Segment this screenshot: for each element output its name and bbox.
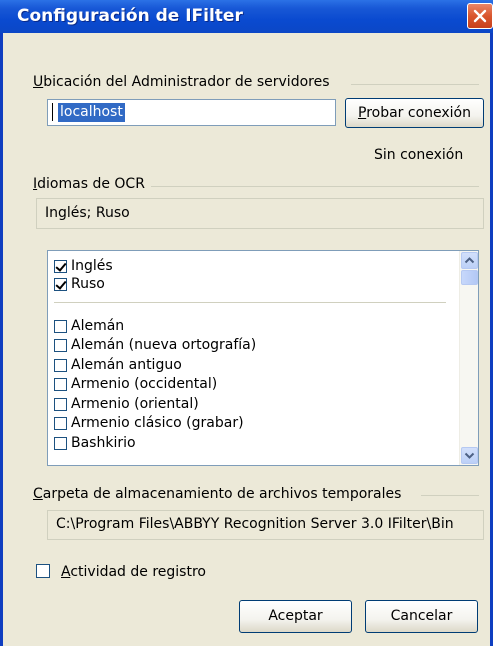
dialog-window: Configuración de IFilter Ubicación del A… <box>0 0 493 646</box>
ocr-language-list[interactable]: Inglés Ruso Alemán Alemán (nueva ortogra… <box>47 250 479 466</box>
temp-section-divider <box>421 495 479 496</box>
log-activity-label[interactable]: Actividad de registro <box>61 564 206 580</box>
server-address-value: localhost <box>58 103 125 122</box>
checkbox[interactable] <box>54 417 67 430</box>
checkbox[interactable] <box>54 339 67 352</box>
temp-folder-path: C:\Program Files\ABBYY Recognition Serve… <box>56 516 454 532</box>
close-x-icon <box>473 9 487 23</box>
connection-status: Sin conexión <box>374 147 464 163</box>
scroll-thumb[interactable] <box>461 270 478 285</box>
scroll-down-button[interactable] <box>461 447 478 464</box>
scroll-up-button[interactable] <box>461 252 478 269</box>
window-title: Configuración de IFilter <box>17 6 243 26</box>
server-location-label: Ubicación del Administrador de servidore… <box>33 74 330 90</box>
ok-button[interactable]: Aceptar <box>239 600 352 633</box>
checkbox[interactable] <box>54 437 67 450</box>
title-bar[interactable]: Configuración de IFilter <box>0 0 493 33</box>
checkbox[interactable] <box>54 378 67 391</box>
checkbox[interactable] <box>54 359 67 372</box>
list-separator <box>54 302 446 303</box>
checkbox-ruso[interactable] <box>54 278 67 291</box>
temp-folder-label: Carpeta de almacenamiento de archivos te… <box>33 486 402 502</box>
close-button[interactable] <box>467 3 493 29</box>
scroll-down-arrow-icon <box>464 452 475 459</box>
log-activity-checkbox[interactable] <box>36 564 50 578</box>
ocr-languages-label: Idiomas de OCR <box>33 176 145 192</box>
scroll-up-arrow-icon <box>464 257 475 264</box>
text-cursor <box>52 103 53 121</box>
server-section-divider <box>351 84 479 85</box>
checkbox[interactable] <box>54 398 67 411</box>
checkbox[interactable] <box>54 320 67 333</box>
selected-languages-field: Inglés; Ruso <box>36 198 484 229</box>
selected-languages-value: Inglés; Ruso <box>45 205 130 221</box>
cancel-button[interactable]: Cancelar <box>365 600 478 633</box>
ocr-section-divider <box>151 186 479 187</box>
server-address-input[interactable]: localhost <box>47 99 336 126</box>
temp-folder-field[interactable]: C:\Program Files\ABBYY Recognition Serve… <box>47 510 484 540</box>
test-connection-button[interactable]: Probar conexión <box>345 98 484 128</box>
list-scrollbar[interactable] <box>459 251 478 465</box>
checkbox-ingles[interactable] <box>54 260 67 273</box>
